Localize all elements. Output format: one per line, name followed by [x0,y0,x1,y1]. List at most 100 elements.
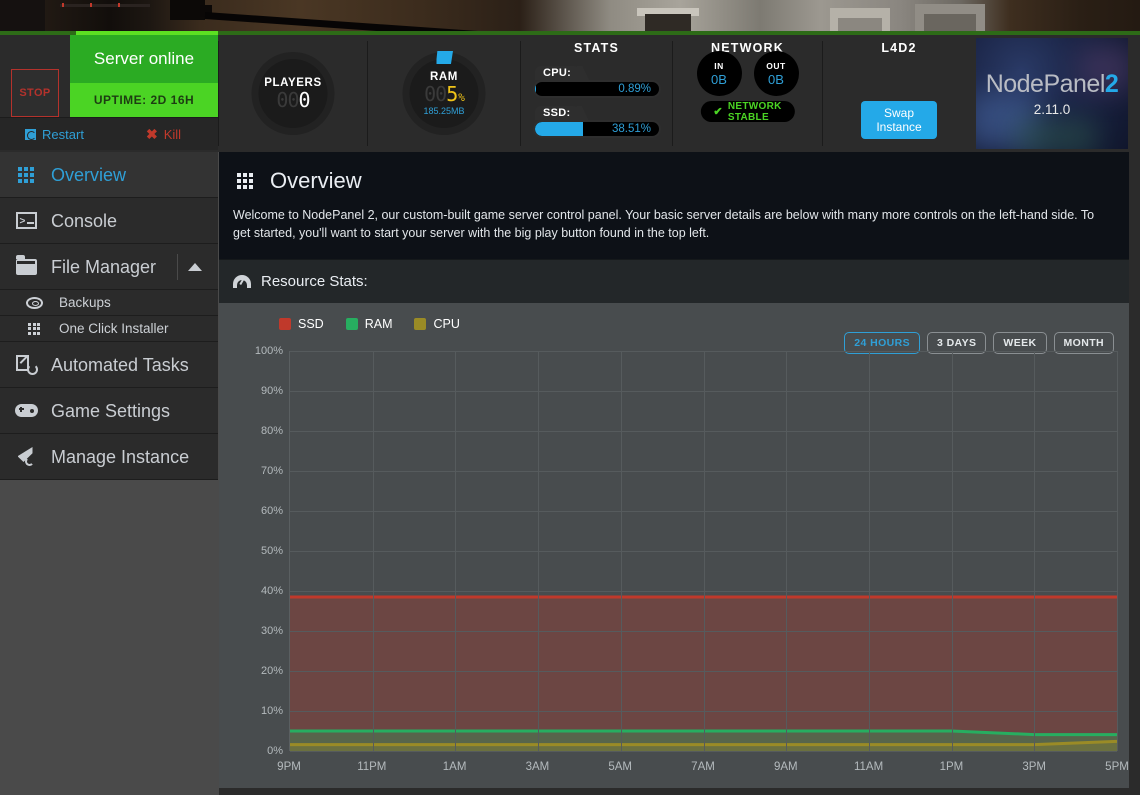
chart-gridline [372,351,374,751]
legend-label: CPU [433,317,460,331]
tasks-icon [14,355,38,375]
chart-x-tick-label: 3PM [1022,761,1047,773]
chart-gridline [620,351,622,751]
players-panel: PLAYERS 00 0 [219,35,367,152]
folder-icon [14,254,38,275]
server-status-block: Server online UPTIME: 2D 16H [70,35,218,117]
game-title: L4D2 [881,41,917,55]
network-status-text: NETWORK STABLE [727,100,782,123]
sidebar-item-game-settings[interactable]: Game Settings [0,388,218,434]
page-title: Overview [233,168,1115,194]
legend-item-ssd[interactable]: SSD [279,317,324,331]
chart-y-tick-label: 40% [260,585,283,597]
ram-value-display: 00 5% [424,82,465,106]
ram-arc-indicator [436,51,453,64]
kill-button[interactable]: ✖ Kill [109,117,218,150]
disc-icon [22,296,46,309]
grid-icon [14,166,38,183]
server-uptime-text: UPTIME: 2D 16H [70,83,218,117]
players-gauge: PLAYERS 00 0 [251,52,335,135]
sidebar-item-backups[interactable]: Backups [0,290,218,316]
chart-x-tick-label: 1AM [442,761,467,773]
game-banner-image [0,0,1140,35]
sidebar-item-label: Overview [51,164,127,185]
ram-gauge: RAM 00 5% 185.25MB [402,51,486,135]
sidebar-item-label: Backups [59,295,111,310]
ram-dim-digits: 00 [424,82,447,106]
chart-grid [289,351,1118,752]
chart-y-tick-label: 20% [260,665,283,677]
chart-x-tick-label: 11AM [853,761,884,773]
nodepanel-logo-box: NodePanel2 2.11.0 [976,38,1128,149]
chart-gridline [538,351,540,751]
restart-button[interactable]: Restart [0,117,109,150]
chart-y-tick-label: 0% [267,745,283,757]
chart-gridline [1034,351,1036,751]
legend-item-ram[interactable]: RAM [345,317,393,331]
chart-x-tick-label: 11PM [357,761,387,773]
kill-label: Kill [163,126,182,142]
legend-label: SSD [298,317,324,331]
network-out: OUT 0B [753,51,799,96]
players-value: 0 [298,88,311,112]
ram-unit: % [458,91,465,104]
cpu-progress-bar: 0.89% [533,80,661,98]
sidebar-item-label: One Click Installer [59,321,169,336]
sidebar-item-console[interactable]: Console [0,198,218,244]
grid-icon [22,322,46,335]
chart-y-tick-label: 30% [260,625,283,637]
legend-label: RAM [364,317,393,331]
cpu-stat: CPU: 0.89% [533,63,661,98]
chart-y-tick-label: 60% [260,505,283,517]
network-in-value: 0B [711,71,727,87]
network-out-value: 0B [768,71,784,87]
network-out-label: OUT [766,60,786,71]
legend-swatch [414,318,427,330]
ssd-progress-bar: 38.51% [533,120,661,138]
server-control-bar: STOP Server online UPTIME: 2D 16H Restar… [0,35,1140,152]
stop-button[interactable]: STOP [11,68,59,117]
restart-icon [25,128,37,140]
sidebar-item-overview[interactable]: Overview [0,152,218,198]
swap-instance-button[interactable]: Swap Instance [861,101,937,139]
sidebar-item-automated-tasks[interactable]: Automated Tasks [0,342,218,388]
brand-version: 2.11.0 [1033,102,1071,117]
chart-x-tick-label: 7AM [691,761,715,773]
resource-stats-header: Resource Stats: [219,259,1129,303]
resource-stats-label: Resource Stats: [261,273,368,290]
game-panel: L4D2 Swap Instance [823,35,975,152]
stats-panel: STATS CPU: 0.89% SSD: 38.51% [521,35,672,152]
check-icon: ✔ [713,106,723,118]
ram-value: 5 [446,82,458,106]
sidebar-item-label: Manage Instance [51,446,190,467]
chevron-up-icon[interactable] [188,262,202,271]
chart-gridline [1117,351,1118,751]
server-status-text: Server online [70,35,218,83]
chart-legend: SSD RAM CPU [231,317,1117,331]
sidebar-item-file-manager[interactable]: File Manager [0,244,218,290]
chart-y-tick-label: 100% [254,345,283,357]
network-in-label: IN [714,60,724,71]
chart-x-axis: 9PM 11PM 1AM 3AM 5AM 7AM 9AM 11AM 1PM 3PM 5PM [277,755,1129,779]
legend-item-cpu[interactable]: CPU [414,317,460,331]
legend-swatch [345,318,358,330]
sidebar-item-manage-instance[interactable]: Manage Instance [0,434,218,480]
chart-gridline [703,351,705,751]
brand-name: NodePanel2 [986,70,1119,99]
nodepanel-app: STOP Server online UPTIME: 2D 16H Restar… [0,0,1140,795]
chart-gridline [786,351,788,751]
bottom-edge-strip [219,788,1129,795]
ram-sub-value: 185.25MB [423,106,465,116]
sidebar-item-label: File Manager [51,256,157,277]
main-content: Overview Welcome to NodePanel 2, our cus… [219,152,1129,795]
cpu-progress-fill [535,82,537,96]
network-panel: NETWORK IN 0B OUT 0B ✔ NETWORK STABLE [673,35,822,152]
ssd-label: SSD: [535,106,580,120]
cpu-value: 0.89% [618,83,651,95]
chart-gridline [455,351,457,751]
close-icon: ✖ [145,126,158,142]
overview-description: Welcome to NodePanel 2, our custom-built… [233,208,1095,241]
sidebar-item-label: Game Settings [51,400,171,421]
sidebar-item-one-click-installer[interactable]: One Click Installer [0,316,218,342]
terminal-icon [14,212,38,230]
